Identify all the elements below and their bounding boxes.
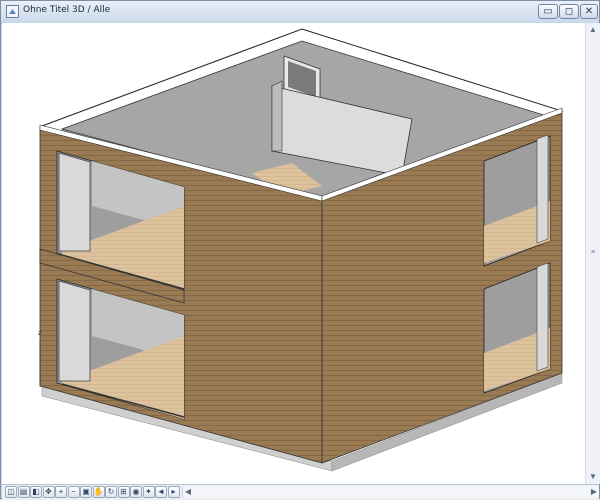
right-upper-glass [536,134,549,244]
scroll-up-arrow[interactable]: ▲ [586,23,600,37]
zoom-out-icon[interactable]: − [67,486,80,498]
scroll-thumb[interactable]: ≡ [588,248,598,258]
3d-window: Ohne Titel 3D / Alle ▭ ◻ ✕ z ▲ ≡ ▼ ◫ ▤ ◧… [0,0,600,500]
left-lower-glass [58,280,91,382]
vertical-scrollbar[interactable]: ▲ ≡ ▼ [585,23,600,484]
zoom-window-icon[interactable]: ◫ [5,486,17,498]
maximize-button[interactable]: ◻ [559,4,579,19]
3d-viewport[interactable]: z [2,23,585,484]
right-lower-glass [536,262,549,372]
partition-wall-side [271,80,283,152]
scroll-left-arrow[interactable]: ◀ [183,486,193,498]
next-view-icon[interactable]: ▸ [167,486,180,498]
title-bar[interactable]: Ohne Titel 3D / Alle ▭ ◻ ✕ [1,1,599,24]
navigator-icon[interactable]: ⊞ [117,486,130,498]
horizontal-scrollbar[interactable]: ◀ ▶ [182,486,599,498]
walk-mode-icon[interactable]: ✦ [142,486,155,498]
shading-icon[interactable]: ◧ [30,486,42,498]
window-title: Ohne Titel 3D / Alle [23,5,111,15]
zoom-in-icon[interactable]: + [55,486,67,498]
close-button[interactable]: ✕ [580,4,598,19]
scroll-down-arrow[interactable]: ▼ [586,470,600,484]
z-axis-label: z [38,329,42,337]
scroll-right-arrow[interactable]: ▶ [589,486,599,498]
rotate-view-icon[interactable]: ↻ [105,486,117,498]
previous-view-icon[interactable]: ◄ [155,486,167,498]
minimize-button[interactable]: ▭ [538,4,558,19]
bottom-toolbar: ◫ ▤ ◧ ✥ + − ▣ ✋ ↻ ⊞ ◉ ✦ ◄ ▸ ◀ ▶ [2,484,599,500]
display-mode-icon[interactable]: ▤ [17,486,30,498]
camera-icon[interactable]: ◉ [130,486,142,498]
fit-in-window-icon[interactable]: ▣ [80,486,92,498]
building-model: z [38,28,564,472]
orbit-icon[interactable]: ✥ [42,486,55,498]
left-upper-glass [58,152,91,252]
app-3d-window-icon [6,5,19,18]
pan-hand-icon[interactable]: ✋ [92,486,105,498]
